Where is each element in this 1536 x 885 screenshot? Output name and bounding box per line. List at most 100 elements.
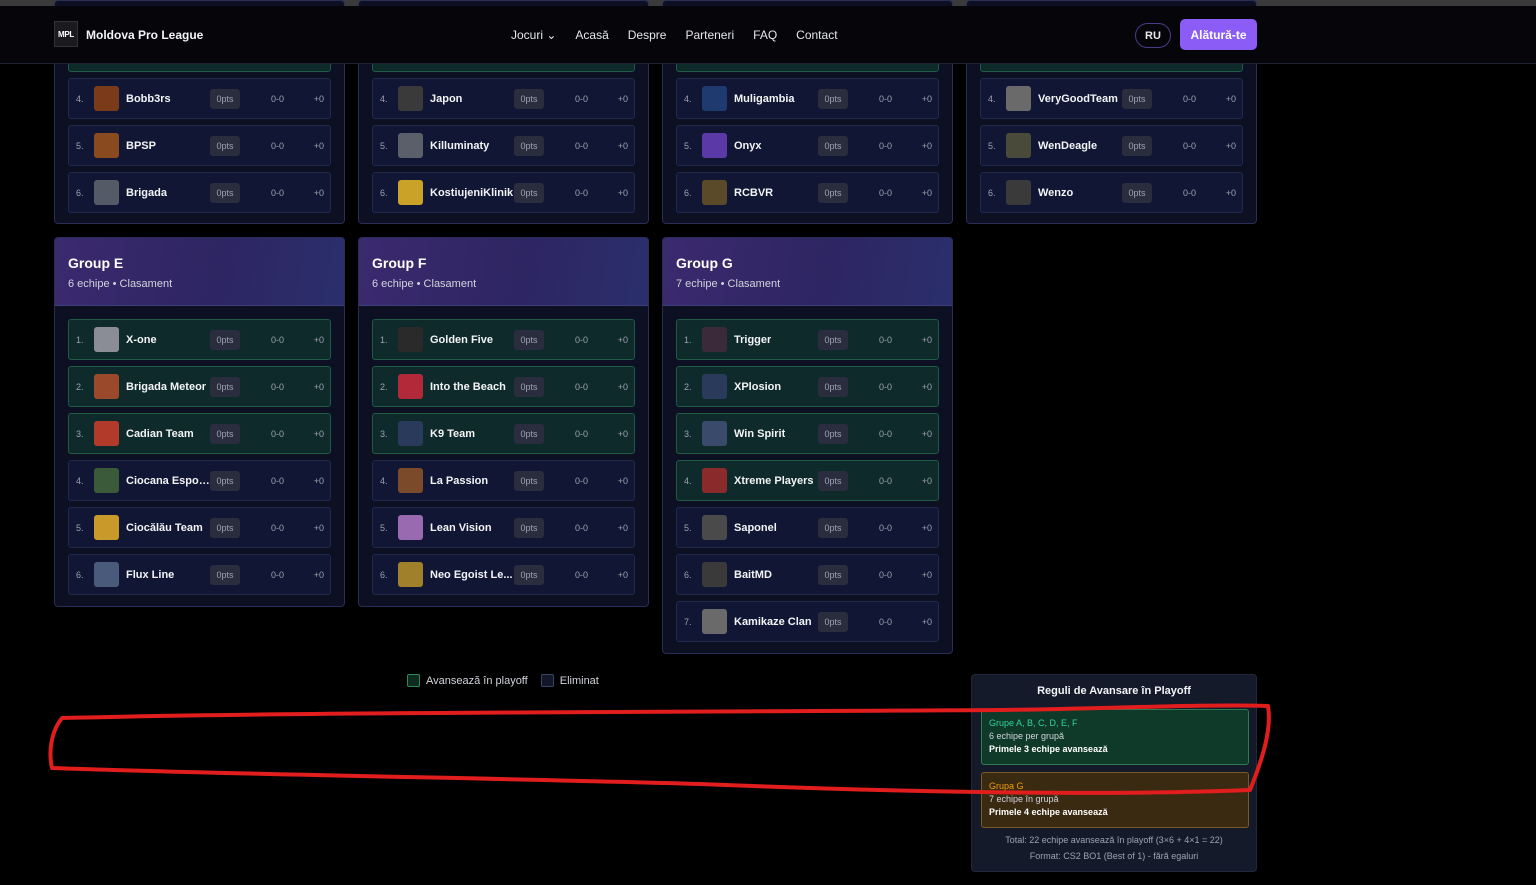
team-row[interactable]: 1. Golden Five 0pts 0-0 +0 (372, 319, 635, 360)
team-row[interactable]: 2. Into the Beach 0pts 0-0 +0 (372, 366, 635, 407)
round-difference: +0 (921, 187, 932, 198)
team-name[interactable]: X-one (126, 334, 157, 346)
team-logo-icon (398, 180, 423, 205)
nav-link-contact[interactable]: Contact (796, 28, 837, 42)
team-name[interactable]: BPSP (126, 140, 156, 152)
round-difference: +0 (921, 475, 932, 486)
team-name[interactable]: La Passion (430, 475, 488, 487)
team-name[interactable]: Bobb3rs (126, 93, 171, 105)
team-row[interactable]: 6. BaitMD 0pts 0-0 +0 (676, 554, 939, 595)
team-row[interactable]: 1. X-one 0pts 0-0 +0 (68, 319, 331, 360)
win-loss-record: 0-0 (879, 381, 893, 392)
team-row[interactable]: 4. Japon 0pts 0-0 +0 (372, 78, 635, 119)
team-name[interactable]: Ciocălău Team (126, 522, 203, 534)
team-row[interactable]: 3. Cadian Team 0pts 0-0 +0 (68, 413, 331, 454)
team-name[interactable]: BaitMD (734, 569, 772, 581)
team-name[interactable]: Win Spirit (734, 428, 785, 440)
nav-link-faq[interactable]: FAQ (753, 28, 777, 42)
team-row[interactable]: 5. BPSP 0pts 0-0 +0 (68, 125, 331, 166)
team-name[interactable]: VeryGoodTeam (1038, 93, 1118, 105)
team-logo-icon (702, 468, 727, 493)
nav-link-parteneri[interactable]: Parteneri (685, 28, 734, 42)
team-row[interactable]: 4. VeryGoodTeam 0pts 0-0 +0 (980, 78, 1243, 119)
win-loss-record: 0-0 (879, 569, 893, 580)
win-loss-record: 0-0 (271, 522, 285, 533)
points-badge: 0pts (818, 329, 848, 350)
team-name[interactable]: Saponel (734, 522, 777, 534)
team-row[interactable]: 6. KostiujeniKlinik 0pts 0-0 +0 (372, 172, 635, 213)
team-row[interactable]: 6. Brigada 0pts 0-0 +0 (68, 172, 331, 213)
round-difference: +0 (921, 616, 932, 627)
team-logo-icon (398, 468, 423, 493)
team-name[interactable]: K9 Team (430, 428, 475, 440)
team-row[interactable]: 4. Xtreme Players 0pts 0-0 +0 (676, 460, 939, 501)
team-row[interactable]: 5. Killuminaty 0pts 0-0 +0 (372, 125, 635, 166)
nav-link-despre[interactable]: Despre (628, 28, 667, 42)
win-loss-record: 0-0 (879, 187, 893, 198)
team-row[interactable]: 5. Ciocălău Team 0pts 0-0 +0 (68, 507, 331, 548)
team-row[interactable]: 6. Neo Egoist Le... 0pts 0-0 +0 (372, 554, 635, 595)
team-name[interactable]: Golden Five (430, 334, 493, 346)
points-badge: 0pts (210, 182, 240, 203)
team-name[interactable]: Lean Vision (430, 522, 492, 534)
team-name[interactable]: Killuminaty (430, 140, 489, 152)
nav-link-acasa[interactable]: Acasă (575, 28, 608, 42)
language-button[interactable]: RU (1135, 23, 1171, 48)
brand-name[interactable]: Moldova Pro League (86, 28, 203, 42)
team-name[interactable]: Cadian Team (126, 428, 194, 440)
team-row[interactable]: 6. Wenzo 0pts 0-0 +0 (980, 172, 1243, 213)
round-difference: +0 (1225, 93, 1236, 104)
team-row[interactable]: 6. Flux Line 0pts 0-0 +0 (68, 554, 331, 595)
team-name[interactable]: Into the Beach (430, 381, 506, 393)
team-name[interactable]: Onyx (734, 140, 762, 152)
team-name[interactable]: Xtreme Players (734, 475, 814, 487)
team-name[interactable]: Brigada Meteor (126, 381, 206, 393)
team-row[interactable]: 5. WenDeagle 0pts 0-0 +0 (980, 125, 1243, 166)
team-name[interactable]: Ciocana Esports (126, 475, 210, 487)
team-row[interactable]: 3. K9 Team 0pts 0-0 +0 (372, 413, 635, 454)
team-name[interactable]: Japon (430, 93, 462, 105)
team-row[interactable]: 4. Muligambia 0pts 0-0 +0 (676, 78, 939, 119)
team-rank: 3. (684, 428, 692, 439)
team-row[interactable]: 6. RCBVR 0pts 0-0 +0 (676, 172, 939, 213)
nav-link-jocuri[interactable]: Jocuri ⌄ (511, 28, 556, 42)
team-row[interactable]: 3. Win Spirit 0pts 0-0 +0 (676, 413, 939, 454)
rules-title: Reguli de Avansare în Playoff (1037, 685, 1191, 697)
team-rank: 5. (76, 140, 84, 151)
round-difference: +0 (313, 140, 324, 151)
team-row[interactable]: 5. Lean Vision 0pts 0-0 +0 (372, 507, 635, 548)
team-row[interactable]: 2. Brigada Meteor 0pts 0-0 +0 (68, 366, 331, 407)
team-name[interactable]: Flux Line (126, 569, 174, 581)
team-name[interactable]: Kamikaze Clan (734, 616, 812, 628)
team-name[interactable]: WenDeagle (1038, 140, 1097, 152)
points-badge: 0pts (514, 470, 544, 491)
team-logo-icon (1006, 86, 1031, 111)
team-name[interactable]: Wenzo (1038, 187, 1073, 199)
team-name[interactable]: Muligambia (734, 93, 795, 105)
team-logo-icon (94, 327, 119, 352)
team-name[interactable]: XPlosion (734, 381, 781, 393)
team-rank: 1. (684, 334, 692, 345)
team-name[interactable]: RCBVR (734, 187, 773, 199)
team-row[interactable]: 4. Bobb3rs 0pts 0-0 +0 (68, 78, 331, 119)
team-name[interactable]: KostiujeniKlinik (430, 187, 513, 199)
team-row[interactable]: 5. Saponel 0pts 0-0 +0 (676, 507, 939, 548)
team-row[interactable]: 2. XPlosion 0pts 0-0 +0 (676, 366, 939, 407)
team-row[interactable]: 5. Onyx 0pts 0-0 +0 (676, 125, 939, 166)
round-difference: +0 (313, 381, 324, 392)
site-logo[interactable]: MPL (54, 21, 78, 47)
points-badge: 0pts (514, 564, 544, 585)
team-name[interactable]: Trigger (734, 334, 771, 346)
win-loss-record: 0-0 (271, 187, 285, 198)
team-logo-icon (1006, 180, 1031, 205)
join-button[interactable]: Alătură-te (1180, 19, 1257, 50)
team-rank: 4. (684, 475, 692, 486)
team-rank: 5. (76, 522, 84, 533)
team-name[interactable]: Neo Egoist Le... (430, 569, 513, 581)
team-row[interactable]: 4. Ciocana Esports 0pts 0-0 +0 (68, 460, 331, 501)
team-name[interactable]: Brigada (126, 187, 167, 199)
team-row[interactable]: 4. La Passion 0pts 0-0 +0 (372, 460, 635, 501)
team-row[interactable]: 7. Kamikaze Clan 0pts 0-0 +0 (676, 601, 939, 642)
team-row[interactable]: 1. Trigger 0pts 0-0 +0 (676, 319, 939, 360)
points-badge: 0pts (818, 470, 848, 491)
